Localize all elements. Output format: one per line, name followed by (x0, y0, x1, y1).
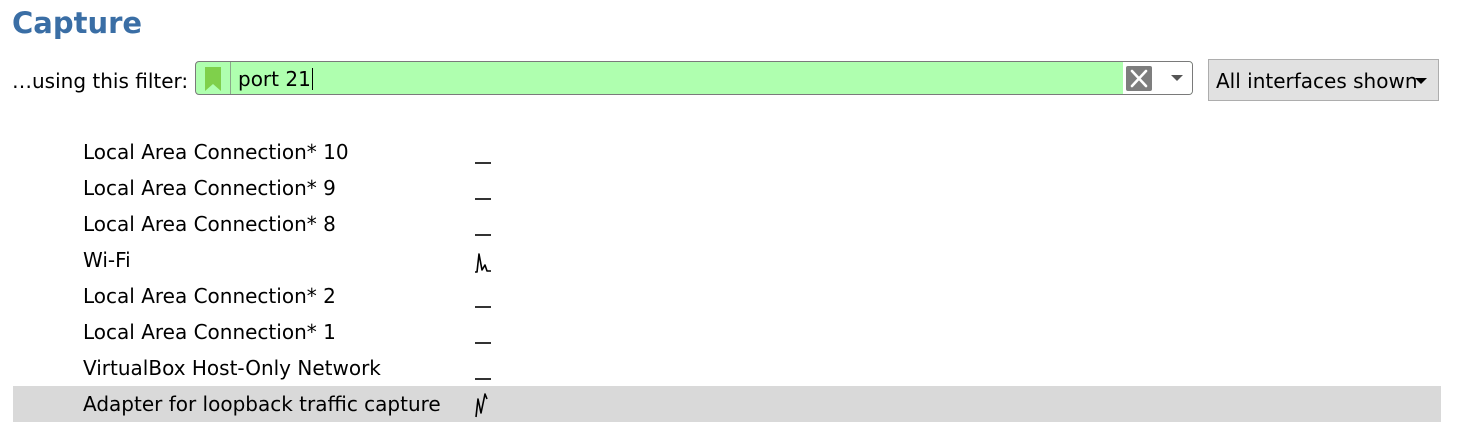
clear-filter-button[interactable] (1123, 62, 1159, 94)
interface-name: Wi-Fi (83, 248, 131, 272)
interface-name: Adapter for loopback traffic capture (83, 392, 441, 416)
text-cursor (311, 68, 313, 90)
capture-filter-input[interactable]: port 21 (195, 61, 1193, 95)
interface-list: Local Area Connection* 10 Local Area Conn… (13, 134, 1441, 422)
interface-name: VirtualBox Host-Only Network (83, 356, 381, 380)
page-title: Capture (12, 6, 143, 40)
interface-name: Local Area Connection* 1 (83, 320, 336, 344)
interface-row[interactable]: Local Area Connection* 8 (13, 206, 1441, 242)
traffic-sparkline-icon (475, 378, 491, 380)
clear-icon (1126, 66, 1152, 91)
traffic-sparkline-icon (475, 253, 491, 273)
interface-row[interactable]: Local Area Connection* 9 (13, 170, 1441, 206)
interface-name: Local Area Connection* 10 (83, 140, 349, 164)
interface-name: Local Area Connection* 8 (83, 212, 336, 236)
traffic-sparkline-icon (475, 198, 491, 200)
traffic-sparkline-icon (475, 162, 491, 164)
interface-name: Local Area Connection* 9 (83, 176, 336, 200)
filter-label: …using this filter: (12, 69, 189, 93)
traffic-sparkline-icon (475, 234, 491, 236)
interface-row[interactable]: Local Area Connection* 2 (13, 278, 1441, 314)
interface-row[interactable]: VirtualBox Host-Only Network (13, 350, 1441, 386)
chevron-down-icon (1171, 75, 1183, 81)
chevron-down-icon (1415, 78, 1427, 84)
filter-history-dropdown[interactable] (1159, 62, 1192, 94)
interface-row[interactable]: Local Area Connection* 1 (13, 314, 1441, 350)
filter-text[interactable]: port 21 (238, 67, 313, 91)
traffic-sparkline-icon (475, 342, 491, 344)
bookmark-icon (205, 67, 221, 91)
filter-bookmark-button[interactable] (196, 62, 231, 94)
traffic-sparkline-icon (475, 393, 488, 418)
interface-name: Local Area Connection* 2 (83, 284, 336, 308)
interface-row[interactable]: Wi-Fi (13, 242, 1441, 278)
traffic-sparkline-icon (475, 306, 491, 308)
interface-row[interactable]: Adapter for loopback traffic capture (13, 386, 1441, 422)
interfaces-shown-button[interactable]: All interfaces shown (1208, 59, 1439, 101)
interface-row[interactable]: Local Area Connection* 10 (13, 134, 1441, 170)
interfaces-shown-label: All interfaces shown (1216, 69, 1418, 93)
filter-value: port 21 (238, 67, 311, 91)
